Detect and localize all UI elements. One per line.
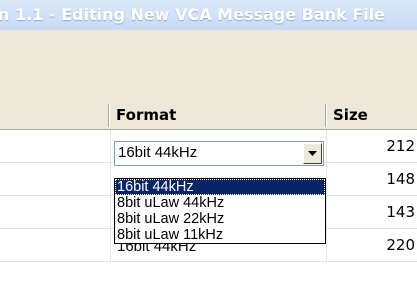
combo-value: 16bit 44kHz <box>118 144 198 161</box>
size-cell: 212 <box>386 137 415 155</box>
column-header-format[interactable]: Format <box>110 102 327 129</box>
format-combobox[interactable]: 16bit 44kHz <box>114 141 324 166</box>
format-value-obscured: 16bit 44kHz <box>117 244 197 253</box>
column-separator[interactable] <box>108 104 109 127</box>
size-cell: 143 <box>386 203 415 221</box>
window-title: n 1.1 - Editing New VCA Message Bank Fil… <box>0 5 386 24</box>
dropdown-button[interactable] <box>303 143 322 164</box>
dropdown-option-8bit-ulaw-44khz[interactable]: 8bit uLaw 44kHz <box>115 195 325 211</box>
size-cell: 148 <box>386 170 415 188</box>
column-header-size[interactable]: Size <box>327 102 417 129</box>
dropdown-option-8bit-ulaw-22khz[interactable]: 8bit uLaw 22kHz <box>115 211 325 227</box>
format-dropdown-list[interactable]: 16bit 44kHz 8bit uLaw 44kHz 8bit uLaw 22… <box>114 178 326 244</box>
toolbar-area <box>0 30 417 102</box>
dropdown-option-16bit-44khz[interactable]: 16bit 44kHz <box>115 179 325 195</box>
chevron-down-icon <box>308 150 317 156</box>
window-title-bar[interactable]: n 1.1 - Editing New VCA Message Bank Fil… <box>0 0 417 30</box>
column-separator[interactable] <box>325 104 326 127</box>
dropdown-option-8bit-ulaw-11khz[interactable]: 8bit uLaw 11kHz <box>115 227 325 243</box>
grid-header: Format Size <box>0 102 417 130</box>
size-cell: 220 <box>386 236 415 254</box>
